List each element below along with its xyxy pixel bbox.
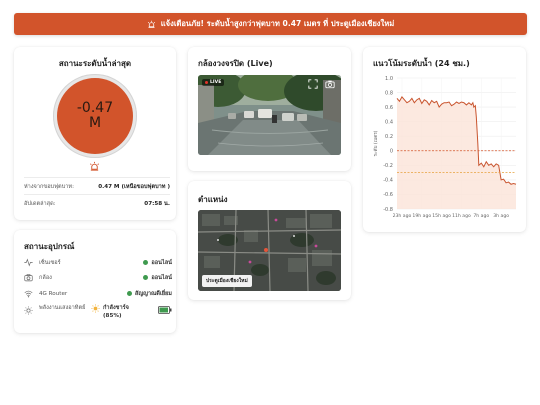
trend-chart-card: แนวโน้มระดับน้ำ (24 ชม.) 1.0 0.8 0.6 0.4 0.2… bbox=[363, 47, 526, 232]
distance-value: 0.47 M (เหนือขอบฟุตบาท ) bbox=[98, 184, 170, 190]
updated-value: 07:58 น. bbox=[144, 201, 170, 207]
y-axis-label: ระดับ (เมตร) bbox=[372, 130, 379, 156]
location-map[interactable]: ประตูเมืองเชียงใหม่ bbox=[198, 210, 341, 291]
siren-icon bbox=[147, 20, 155, 28]
y-tick-label: -0.6 bbox=[383, 192, 393, 198]
equipment-name: เซ็นเซอร์ bbox=[39, 259, 61, 266]
water-level-card: สถานะระดับน้ำล่าสุด -0.47 M ห่างจากขอบฟุ… bbox=[14, 47, 176, 220]
x-tick-label: 23h ago bbox=[393, 213, 412, 219]
y-tick-label: 1.0 bbox=[385, 76, 393, 82]
x-tick-label: 19h ago bbox=[412, 213, 431, 219]
equipment-status: ออนไลน์ bbox=[151, 274, 172, 281]
location-card: ตำแหน่ง ประตูเมืองเชียงใหม่ bbox=[188, 181, 351, 300]
y-tick-label: 0.8 bbox=[385, 90, 393, 96]
battery-icon bbox=[158, 306, 172, 314]
x-tick-label: 11h ago bbox=[452, 213, 471, 219]
x-tick-label: 15h ago bbox=[432, 213, 451, 219]
y-tick-label: -0.2 bbox=[383, 163, 393, 169]
water-level-unit: M bbox=[88, 115, 102, 131]
equipment-status: กำลังชาร์จ (85%) bbox=[103, 305, 129, 320]
online-dot bbox=[143, 275, 149, 280]
water-level-title: สถานะระดับน้ำล่าสุด bbox=[58, 59, 132, 68]
water-level-gauge: -0.47 M bbox=[53, 74, 137, 158]
equipment-name: กล้อง bbox=[39, 274, 52, 281]
equipment-title: สถานะอุปกรณ์ bbox=[24, 242, 75, 251]
x-tick-label: 3h ago bbox=[493, 213, 509, 219]
cctv-live-feed[interactable]: LIVE bbox=[198, 75, 341, 155]
y-tick-label: 0.2 bbox=[385, 134, 393, 140]
divider bbox=[24, 177, 170, 178]
divider bbox=[24, 194, 170, 195]
y-tick-label: 0.6 bbox=[385, 105, 393, 111]
y-tick-label: -0.4 bbox=[383, 178, 393, 184]
alert-text: แจ้งเตือนภัย! ระดับน้ำสูงกว่าฟุตบาท 0.47… bbox=[160, 19, 395, 28]
cctv-title: กล้องวงจรปิด (Live) bbox=[198, 59, 273, 68]
updated-row: อัปเดตล่าสุด: 07:58 น. bbox=[24, 200, 170, 208]
equipment-row-camera: กล้อง ออนไลน์ bbox=[24, 273, 172, 282]
distance-label: ห่างจากขอบฟุตบาท: bbox=[24, 184, 74, 190]
online-dot bbox=[126, 291, 132, 296]
equipment-status-card: สถานะอุปกรณ์ เซ็นเซอร์ ออนไลน์ กล้อง ออน… bbox=[14, 230, 176, 333]
equipment-name: 4G Router bbox=[39, 290, 68, 297]
x-tick-label: 7h ago bbox=[473, 213, 489, 219]
camera-icon bbox=[24, 274, 33, 282]
y-tick-label: -0.8 bbox=[383, 207, 393, 213]
equipment-row-router: 4G Router สัญญาณดีเยี่ยม bbox=[24, 289, 172, 298]
equipment-row-sensor: เซ็นเซอร์ ออนไลน์ bbox=[24, 258, 172, 267]
online-dot bbox=[143, 260, 149, 265]
y-tick-label: 0 bbox=[390, 149, 393, 155]
sun-icon bbox=[91, 304, 100, 313]
wifi-icon bbox=[24, 290, 33, 298]
series-area bbox=[397, 96, 516, 209]
cctv-card: กล้องวงจรปิด (Live) LIVE bbox=[188, 47, 351, 171]
equipment-row-solar: พลังงานแสงอาทิตย์ กำลังชาร์จ (85%) bbox=[24, 304, 172, 321]
trend-title: แนวโน้มระดับน้ำ (24 ชม.) bbox=[373, 59, 470, 68]
distance-row: ห่างจากขอบฟุตบาท: 0.47 M (เหนือขอบฟุตบาท… bbox=[24, 183, 170, 191]
location-title: ตำแหน่ง bbox=[198, 195, 228, 204]
map-location-label: ประตูเมืองเชียงใหม่ bbox=[202, 275, 252, 287]
live-dot bbox=[205, 81, 208, 84]
pulse-icon bbox=[24, 258, 33, 267]
sun-icon bbox=[24, 306, 33, 315]
snapshot-icon[interactable] bbox=[325, 79, 335, 89]
equipment-name: พลังงานแสงอาทิตย์ bbox=[39, 305, 86, 311]
cctv-image bbox=[198, 75, 341, 155]
live-badge: LIVE bbox=[202, 79, 225, 86]
y-tick-label: 0.4 bbox=[385, 119, 393, 125]
equipment-status: สัญญาณดีเยี่ยม bbox=[134, 290, 172, 297]
equipment-status: ออนไลน์ bbox=[151, 259, 172, 266]
trend-chart: 1.00.80.60.40.20-0.2-0.4-0.6-0.823h ago 1… bbox=[372, 76, 517, 219]
updated-label: อัปเดตล่าสุด: bbox=[24, 201, 56, 207]
alert-banner: แจ้งเตือนภัย! ระดับน้ำสูงกว่าฟุตบาท 0.47… bbox=[14, 13, 527, 35]
siren-icon bbox=[90, 161, 99, 171]
live-label: LIVE bbox=[210, 80, 222, 85]
water-level-value: -0.47 bbox=[76, 100, 114, 117]
fullscreen-icon[interactable] bbox=[308, 79, 318, 89]
